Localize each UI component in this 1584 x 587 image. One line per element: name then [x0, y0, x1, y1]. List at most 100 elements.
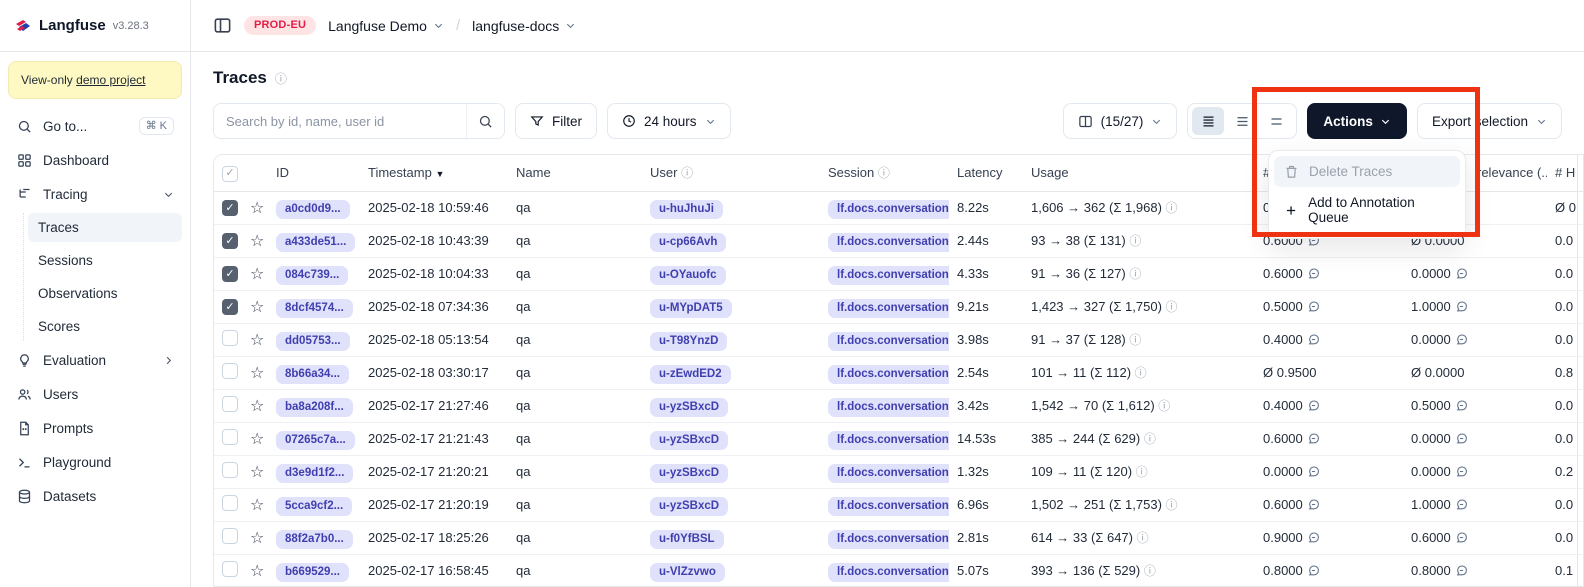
- star-icon[interactable]: ☆: [250, 563, 264, 580]
- trace-id-badge[interactable]: d3e9d1f2...: [276, 464, 353, 483]
- column-header-id[interactable]: ID: [268, 155, 360, 191]
- trace-id-badge[interactable]: dd05753...: [276, 332, 350, 351]
- user-id-badge[interactable]: u-huJhuJi: [650, 200, 723, 219]
- trace-id-badge[interactable]: 07265c7a...: [276, 431, 355, 450]
- column-header-timestamp[interactable]: Timestamp ▼: [360, 155, 508, 191]
- session-id-badge[interactable]: lf.docs.conversation...: [828, 233, 949, 252]
- session-id-badge[interactable]: lf.docs.conversation...: [828, 497, 949, 516]
- columns-button[interactable]: (15/27): [1063, 103, 1178, 139]
- menu-item-add-to-annotation-queue[interactable]: Add to Annotation Queue: [1274, 187, 1460, 233]
- session-id-badge[interactable]: lf.docs.conversation...: [828, 398, 949, 417]
- session-id-badge[interactable]: lf.docs.conversation...: [828, 299, 949, 318]
- row-checkbox[interactable]: [222, 396, 238, 412]
- trace-id-badge[interactable]: b669529...: [276, 563, 349, 582]
- demo-project-link[interactable]: demo project: [76, 73, 145, 87]
- column-header-relevance[interactable]: relevance (...: [1469, 155, 1547, 191]
- star-icon[interactable]: ☆: [250, 431, 264, 448]
- sidebar-item-datasets[interactable]: Datasets: [8, 481, 182, 511]
- row-height-small-button[interactable]: [1192, 107, 1224, 135]
- row-checkbox[interactable]: ✓: [222, 200, 238, 216]
- user-id-badge[interactable]: u-yzSBxcD: [650, 398, 728, 417]
- row-checkbox[interactable]: [222, 561, 238, 577]
- table-row[interactable]: ☆07265c7a...2025-02-17 21:21:43qau-yzSBx…: [214, 422, 1584, 455]
- column-header-last[interactable]: # H: [1547, 155, 1577, 191]
- goto-search[interactable]: Go to... ⌘ K: [8, 111, 182, 141]
- user-id-badge[interactable]: u-zEwdED2: [650, 365, 731, 384]
- user-id-badge[interactable]: u-yzSBxcD: [650, 464, 728, 483]
- star-icon[interactable]: ☆: [250, 332, 264, 349]
- row-height-medium-button[interactable]: [1226, 107, 1258, 135]
- row-checkbox[interactable]: [222, 429, 238, 445]
- session-id-badge[interactable]: lf.docs.conversation...: [828, 365, 949, 384]
- star-icon[interactable]: ☆: [250, 299, 264, 316]
- session-id-badge[interactable]: lf.docs.conversation...: [828, 266, 949, 285]
- search-input[interactable]: [214, 104, 466, 138]
- row-checkbox[interactable]: [222, 363, 238, 379]
- table-row[interactable]: ☆ba8a208f...2025-02-17 21:27:46qau-yzSBx…: [214, 389, 1584, 422]
- session-id-badge[interactable]: lf.docs.conversation...: [828, 563, 949, 582]
- row-checkbox[interactable]: [222, 330, 238, 346]
- column-header-user[interactable]: User ⓘ: [642, 155, 820, 191]
- column-header-latency[interactable]: Latency: [949, 155, 1023, 191]
- star-icon[interactable]: ☆: [250, 233, 264, 250]
- user-id-badge[interactable]: u-yzSBxcD: [650, 431, 728, 450]
- session-id-badge[interactable]: lf.docs.conversation...: [828, 431, 949, 450]
- export-selection-button[interactable]: Export selection: [1417, 103, 1562, 139]
- row-checkbox[interactable]: [222, 528, 238, 544]
- table-row[interactable]: ✓☆084c739...2025-02-18 10:04:33qau-OYauo…: [214, 257, 1584, 290]
- time-range-button[interactable]: 24 hours: [607, 103, 731, 139]
- project-breadcrumb[interactable]: langfuse-docs: [472, 18, 576, 34]
- table-row[interactable]: ☆dd05753...2025-02-18 05:13:54qau-T98Ynz…: [214, 323, 1584, 356]
- sidebar-item-playground[interactable]: Playground: [8, 447, 182, 477]
- filter-button[interactable]: Filter: [515, 103, 597, 139]
- sidebar-item-dashboard[interactable]: Dashboard: [8, 145, 182, 175]
- star-icon[interactable]: ☆: [250, 200, 264, 217]
- actions-button[interactable]: Actions: [1307, 103, 1407, 139]
- select-all-checkbox[interactable]: ✓: [222, 166, 238, 182]
- sidebar-toggle-icon[interactable]: [213, 16, 232, 35]
- sidebar-item-evaluation[interactable]: Evaluation: [8, 345, 182, 375]
- star-icon[interactable]: ☆: [250, 365, 264, 382]
- star-icon[interactable]: ☆: [250, 398, 264, 415]
- user-id-badge[interactable]: u-T98YnzD: [650, 332, 727, 351]
- table-row[interactable]: ☆d3e9d1f2...2025-02-17 21:20:21qau-yzSBx…: [214, 455, 1584, 488]
- sidebar-item-tracing[interactable]: Tracing: [8, 179, 182, 209]
- search-submit-button[interactable]: [466, 104, 504, 138]
- user-id-badge[interactable]: u-VlZzvwo: [650, 563, 725, 582]
- star-icon[interactable]: ☆: [250, 464, 264, 481]
- trace-id-badge[interactable]: 8b66a34...: [276, 365, 349, 384]
- sidebar-item-prompts[interactable]: Prompts: [8, 413, 182, 443]
- trace-id-badge[interactable]: 084c739...: [276, 266, 348, 285]
- org-breadcrumb[interactable]: Langfuse Demo: [328, 18, 444, 34]
- star-icon[interactable]: ☆: [250, 497, 264, 514]
- star-icon[interactable]: ☆: [250, 266, 264, 283]
- row-checkbox[interactable]: [222, 462, 238, 478]
- column-header-name[interactable]: Name: [508, 155, 642, 191]
- star-icon[interactable]: ☆: [250, 530, 264, 547]
- sidebar-item-traces[interactable]: Traces: [28, 213, 182, 242]
- sidebar-item-scores[interactable]: Scores: [28, 312, 182, 341]
- sidebar-item-observations[interactable]: Observations: [28, 279, 182, 308]
- row-checkbox[interactable]: ✓: [222, 233, 238, 249]
- session-id-badge[interactable]: lf.docs.conversation...: [828, 464, 949, 483]
- session-id-badge[interactable]: lf.docs.conversation...: [828, 530, 949, 549]
- row-checkbox[interactable]: [222, 495, 238, 511]
- row-checkbox[interactable]: ✓: [222, 299, 238, 315]
- trace-id-badge[interactable]: 8dcf4574...: [276, 299, 353, 318]
- table-row[interactable]: ☆b669529...2025-02-17 16:58:45qau-VlZzvw…: [214, 554, 1584, 587]
- table-row[interactable]: ☆8b66a34...2025-02-18 03:30:17qau-zEwdED…: [214, 356, 1584, 389]
- row-height-large-button[interactable]: [1260, 107, 1292, 135]
- column-header-session[interactable]: Session ⓘ: [820, 155, 949, 191]
- trace-id-badge[interactable]: 5cca9cf2...: [276, 497, 352, 516]
- sidebar-item-users[interactable]: Users: [8, 379, 182, 409]
- user-id-badge[interactable]: u-OYauofc: [650, 266, 726, 285]
- table-row[interactable]: ☆5cca9cf2...2025-02-17 21:20:19qau-yzSBx…: [214, 488, 1584, 521]
- trace-id-badge[interactable]: a0cd0d9...: [276, 200, 350, 219]
- table-row[interactable]: ☆88f2a7b0...2025-02-17 18:25:26qau-f0YfB…: [214, 521, 1584, 554]
- trace-id-badge[interactable]: a433de51...: [276, 233, 355, 252]
- session-id-badge[interactable]: lf.docs.conversation...: [828, 332, 949, 351]
- row-checkbox[interactable]: ✓: [222, 266, 238, 282]
- menu-item-delete-traces[interactable]: Delete Traces: [1274, 156, 1460, 187]
- trace-id-badge[interactable]: 88f2a7b0...: [276, 530, 353, 549]
- column-header-usage[interactable]: Usage: [1023, 155, 1255, 191]
